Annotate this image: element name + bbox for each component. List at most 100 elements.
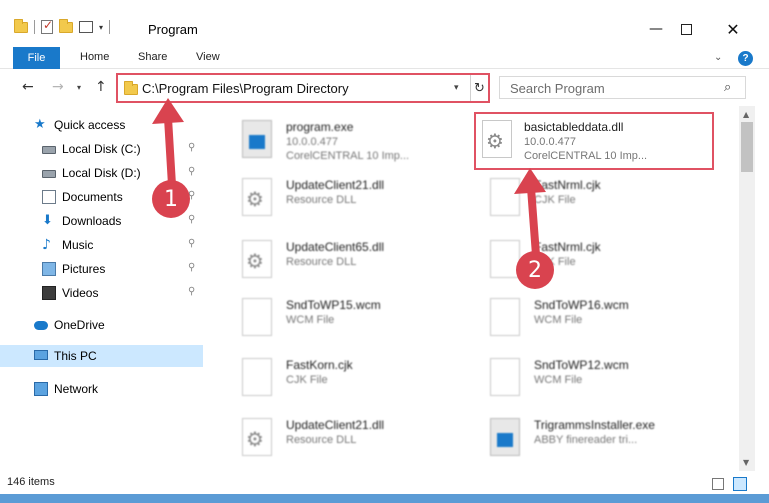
- ribbon: File Home Share View ⌄ ?: [0, 47, 769, 69]
- file-detail: ABBY finereader tri...: [534, 434, 638, 446]
- file-item[interactable]: SndToWP16.wcm WCM File: [468, 288, 708, 346]
- folder-icon: [14, 18, 28, 33]
- pin-icon[interactable]: ⚲: [188, 238, 195, 249]
- forward-button[interactable]: →: [52, 79, 64, 95]
- recent-locations-dropdown[interactable]: ▾: [77, 83, 81, 92]
- sidebar-item-label: Downloads: [62, 214, 122, 228]
- sidebar-item-pictures[interactable]: Pictures ⚲: [0, 258, 203, 280]
- disk-icon: [42, 170, 56, 178]
- address-dropdown-icon[interactable]: ▾: [454, 83, 459, 93]
- sidebar-item-onedrive[interactable]: OneDrive: [0, 314, 203, 336]
- back-button[interactable]: ←: [22, 79, 34, 95]
- sidebar-item-local-disk-c[interactable]: Local Disk (C:) ⚲: [0, 138, 203, 160]
- sidebar-item-label: Quick access: [54, 118, 126, 132]
- details-view-icon[interactable]: [712, 478, 724, 490]
- file-item[interactable]: UpdateClient21.dll Resource DLL: [220, 168, 460, 226]
- file-name: basictableddata.dll: [524, 120, 624, 134]
- sidebar-item-music[interactable]: ♪ Music ⚲: [0, 234, 203, 256]
- documents-icon: [42, 190, 56, 204]
- help-icon[interactable]: ?: [738, 51, 753, 66]
- sidebar-item-videos[interactable]: Videos ⚲: [0, 282, 203, 304]
- tab-home[interactable]: Home: [80, 51, 109, 63]
- tab-file[interactable]: File: [13, 47, 60, 69]
- file-detail: CorelCENTRAL 10 Imp...: [524, 150, 648, 162]
- file-item[interactable]: FastNrml.cjk CJK File: [468, 230, 708, 288]
- sidebar-item-label: Documents: [62, 190, 123, 204]
- sidebar-item-quick-access[interactable]: ★ Quick access: [0, 114, 203, 136]
- folder-icon: [124, 81, 138, 95]
- file-item[interactable]: FastNrml.cjk CJK File: [468, 168, 708, 226]
- properties-icon[interactable]: [79, 21, 93, 33]
- scrollbar-thumb[interactable]: [741, 122, 753, 172]
- file-name: FastNrml.cjk: [534, 240, 601, 254]
- file-item[interactable]: SndToWP15.wcm WCM File: [220, 288, 460, 346]
- sidebar-item-label: Local Disk (C:): [62, 142, 141, 156]
- pin-icon[interactable]: ⚲: [188, 166, 195, 177]
- item-count: 146 items: [7, 476, 55, 488]
- window-border: [0, 494, 769, 503]
- window-title: Program: [148, 22, 198, 37]
- file-name: FastKorn.cjk: [286, 358, 353, 372]
- tab-share[interactable]: Share: [138, 51, 167, 63]
- vertical-scrollbar[interactable]: ▲ ▼: [739, 106, 755, 471]
- search-icon[interactable]: ⌕: [724, 80, 731, 95]
- title-bar: ▾ Program — ✕: [0, 0, 769, 47]
- file-detail: CJK File: [286, 374, 328, 386]
- pin-icon[interactable]: ⚲: [188, 142, 195, 153]
- sidebar-item-label: Music: [62, 238, 94, 252]
- scroll-down-icon[interactable]: ▼: [743, 458, 749, 467]
- scroll-up-icon[interactable]: ▲: [743, 110, 749, 119]
- sidebar-item-label: Network: [54, 382, 99, 396]
- file-icon: [242, 358, 272, 396]
- file-item[interactable]: UpdateClient21.dll Resource DLL: [220, 408, 460, 466]
- file-name: program.exe: [286, 120, 354, 134]
- sidebar-item-label: Videos: [62, 286, 99, 300]
- up-button[interactable]: ↑: [95, 79, 107, 95]
- music-icon: ♪: [42, 237, 51, 253]
- file-detail: Resource DLL: [286, 256, 357, 268]
- file-item-selected[interactable]: basictableddata.dll 10.0.0.477 CorelCENT…: [474, 112, 714, 170]
- file-name: UpdateClient65.dll: [286, 240, 385, 254]
- file-item[interactable]: TrigrammsInstaller.exe ABBY finereader t…: [468, 408, 708, 466]
- pin-icon[interactable]: ⚲: [188, 286, 195, 297]
- chevron-down-icon[interactable]: ⌄: [714, 52, 722, 63]
- file-name: SndToWP16.wcm: [534, 298, 629, 312]
- address-path[interactable]: C:\Program Files\Program Directory: [142, 81, 349, 96]
- status-bar: 146 items: [0, 472, 769, 494]
- file-name: SndToWP15.wcm: [286, 298, 381, 312]
- customize-toolbar-dropdown-icon[interactable]: ▾: [99, 23, 103, 32]
- file-item[interactable]: FastKorn.cjk CJK File: [220, 348, 460, 406]
- file-detail: 10.0.0.477: [286, 136, 338, 148]
- network-icon: [34, 382, 48, 396]
- sidebar-item-network[interactable]: Network: [0, 378, 203, 400]
- tiles-view-icon[interactable]: [733, 477, 747, 491]
- toolbar-divider: [109, 20, 111, 34]
- toolbar-divider: [34, 20, 35, 34]
- search-placeholder[interactable]: Search Program: [510, 81, 605, 96]
- close-button[interactable]: ✕: [710, 14, 756, 44]
- sidebar-item-this-pc[interactable]: This PC: [0, 345, 203, 367]
- new-folder-icon[interactable]: [59, 18, 73, 33]
- maximize-button[interactable]: [663, 14, 709, 44]
- navigation-pane: ★ Quick access Local Disk (C:) ⚲ Local D…: [0, 106, 203, 471]
- refresh-button[interactable]: ↻: [470, 75, 488, 101]
- sidebar-item-label: Pictures: [62, 262, 106, 276]
- file-item[interactable]: program.exe 10.0.0.477 CorelCENTRAL 10 I…: [220, 110, 460, 168]
- file-item[interactable]: UpdateClient65.dll Resource DLL: [220, 230, 460, 288]
- properties-check-icon[interactable]: [41, 18, 53, 34]
- dll-file-icon: [242, 418, 272, 456]
- maximize-icon: [680, 23, 692, 35]
- file-icon: [490, 358, 520, 396]
- file-list: program.exe 10.0.0.477 CorelCENTRAL 10 I…: [210, 106, 740, 471]
- file-icon: [242, 298, 272, 336]
- file-name: TrigrammsInstaller.exe: [534, 418, 655, 432]
- search-input[interactable]: Search Program ⌕: [499, 76, 746, 99]
- pictures-icon: [42, 262, 56, 276]
- star-icon: ★: [34, 117, 46, 132]
- file-item[interactable]: SndToWP12.wcm WCM File: [468, 348, 708, 406]
- address-bar[interactable]: C:\Program Files\Program Directory ▾ ↻: [116, 73, 490, 103]
- pin-icon[interactable]: ⚲: [188, 262, 195, 273]
- sidebar-item-label: This PC: [54, 349, 97, 363]
- tab-view[interactable]: View: [196, 51, 220, 63]
- pin-icon[interactable]: ⚲: [188, 214, 195, 225]
